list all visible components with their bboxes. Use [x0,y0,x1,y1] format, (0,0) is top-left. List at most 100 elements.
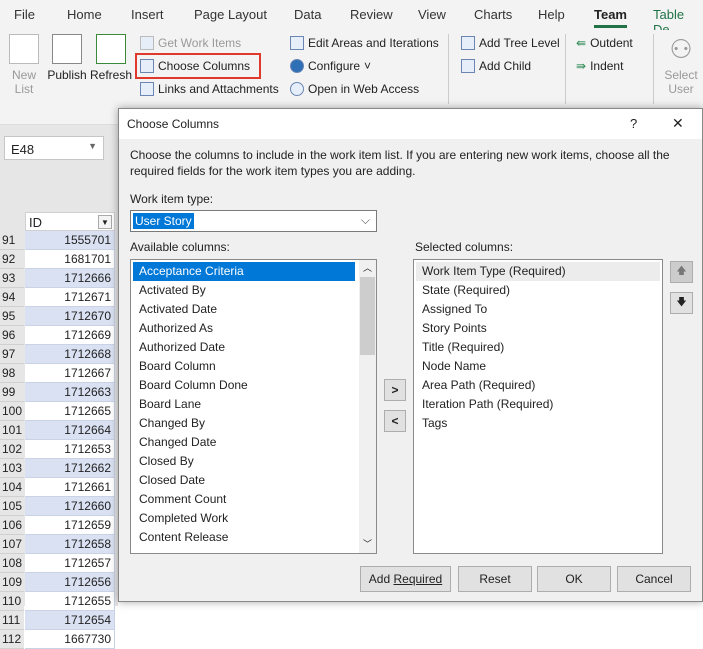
row-header[interactable]: 101 [0,421,24,440]
row-header[interactable]: 105 [0,497,24,516]
id-cell[interactable]: 1667730 [25,630,115,649]
scroll-down-icon[interactable]: ﹀ [359,536,376,553]
row-header[interactable]: 93 [0,269,24,288]
row-header[interactable]: 100 [0,402,24,421]
available-column-item[interactable]: Board Lane [133,395,355,414]
select-user-button[interactable]: ⚇ Select User [662,34,700,96]
row-header[interactable]: 104 [0,478,24,497]
available-column-item[interactable]: Acceptance Criteria [133,262,355,281]
id-cell[interactable]: 1712659 [25,516,115,535]
row-header[interactable]: 92 [0,250,24,269]
selected-column-item[interactable]: Node Name [416,357,660,376]
id-cell[interactable]: 1712656 [25,573,115,592]
id-column-header[interactable]: ID ▼ [25,212,115,231]
available-column-item[interactable]: Closed By [133,452,355,471]
row-header[interactable]: 102 [0,440,24,459]
id-cell[interactable]: 1712669 [25,326,115,345]
available-columns-list[interactable]: Acceptance Criteria Activated By Activated… [130,259,377,554]
row-header[interactable]: 95 [0,307,24,326]
row-header[interactable]: 106 [0,516,24,535]
scroll-up-icon[interactable]: ︿ [359,260,376,277]
row-header[interactable]: 108 [0,554,24,573]
add-required-button[interactable]: Add Required [360,566,451,592]
available-column-item[interactable]: Authorized As [133,319,355,338]
id-cell[interactable]: 1712666 [25,269,115,288]
row-header[interactable]: 110 [0,592,24,611]
id-cell[interactable]: 1712663 [25,383,115,402]
new-list-button[interactable]: New List [6,34,42,96]
close-button[interactable]: ✕ [672,115,684,132]
row-header[interactable]: 103 [0,459,24,478]
row-header[interactable]: 91 [0,231,24,250]
refresh-button[interactable]: Refresh [90,34,132,82]
available-column-item[interactable]: Authorized Date [133,338,355,357]
add-child-button[interactable]: Add Child [461,59,531,73]
add-tree-level-button[interactable]: Add Tree Level [461,36,560,50]
tab-review[interactable]: Review [350,7,393,22]
add-column-button[interactable]: > [384,379,406,401]
selected-column-item[interactable]: Area Path (Required) [416,376,660,395]
tab-insert[interactable]: Insert [131,7,164,22]
tab-team[interactable]: Team [594,7,627,28]
id-cell[interactable]: 1712661 [25,478,115,497]
help-button[interactable]: ? [630,116,637,131]
id-cell[interactable]: 1712664 [25,421,115,440]
name-box[interactable]: E48 ▼ [4,136,104,160]
ok-button[interactable]: OK [537,566,611,592]
tab-page-layout[interactable]: Page Layout [194,7,267,22]
outdent-button[interactable]: ⇚ Outdent [576,36,633,50]
selected-column-item[interactable]: Assigned To [416,300,660,319]
tab-help[interactable]: Help [538,7,565,22]
available-column-item[interactable]: Changed By [133,414,355,433]
available-column-item[interactable]: Content Release [133,528,355,547]
id-cell[interactable]: 1712657 [25,554,115,573]
id-cell[interactable]: 1712670 [25,307,115,326]
filter-dropdown-icon[interactable]: ▼ [98,215,112,229]
work-item-type-select[interactable]: User Story ⌵ [130,210,377,232]
row-header[interactable]: 99 [0,383,24,402]
row-header[interactable]: 107 [0,535,24,554]
links-attachments-button[interactable]: Links and Attachments [140,82,279,96]
tab-view[interactable]: View [418,7,446,22]
tab-data[interactable]: Data [294,7,321,22]
indent-button[interactable]: ⇛ Indent [576,59,623,73]
id-cell[interactable]: 1712668 [25,345,115,364]
id-cell[interactable]: 1712671 [25,288,115,307]
reset-button[interactable]: Reset [458,566,532,592]
row-header[interactable]: 98 [0,364,24,383]
get-work-items-button[interactable]: Get Work Items [140,36,241,50]
row-header[interactable]: 112 [0,630,24,649]
selected-column-item[interactable]: Title (Required) [416,338,660,357]
edit-areas-button[interactable]: Edit Areas and Iterations [290,36,439,50]
available-column-item[interactable]: Board Column [133,357,355,376]
id-cell[interactable]: 1712665 [25,402,115,421]
selected-columns-list[interactable]: Work Item Type (Required) State (Required… [413,259,663,554]
open-web-access-button[interactable]: Open in Web Access [290,82,419,96]
available-column-item[interactable]: Comment Count [133,490,355,509]
tab-charts[interactable]: Charts [474,7,512,22]
id-cell[interactable]: 1712653 [25,440,115,459]
selected-column-item[interactable]: State (Required) [416,281,660,300]
available-column-item[interactable]: Activated Date [133,300,355,319]
scrollbar[interactable]: ︿ ﹀ [359,260,376,553]
scrollbar-thumb[interactable] [360,277,375,355]
id-cell[interactable]: 1555701 [25,231,115,250]
available-column-item[interactable]: Activated By [133,281,355,300]
publish-button[interactable]: Publish [46,34,88,82]
remove-column-button[interactable]: < [384,410,406,432]
configure-button[interactable]: Configure ˅ [290,59,371,73]
available-column-item[interactable]: Changed Date [133,433,355,452]
select-all-corner[interactable] [0,212,24,231]
id-cell[interactable]: 1712655 [25,592,115,611]
move-up-button[interactable]: 🡅 [670,261,693,283]
row-header[interactable]: 111 [0,611,24,630]
id-cell[interactable]: 1681701 [25,250,115,269]
row-header[interactable]: 97 [0,345,24,364]
available-column-item[interactable]: Closed Date [133,471,355,490]
cancel-button[interactable]: Cancel [617,566,691,592]
tab-home[interactable]: Home [67,7,102,22]
selected-column-item[interactable]: Tags [416,414,660,433]
id-cell[interactable]: 1712654 [25,611,115,630]
selected-column-item[interactable]: Work Item Type (Required) [416,262,660,281]
row-header[interactable]: 94 [0,288,24,307]
